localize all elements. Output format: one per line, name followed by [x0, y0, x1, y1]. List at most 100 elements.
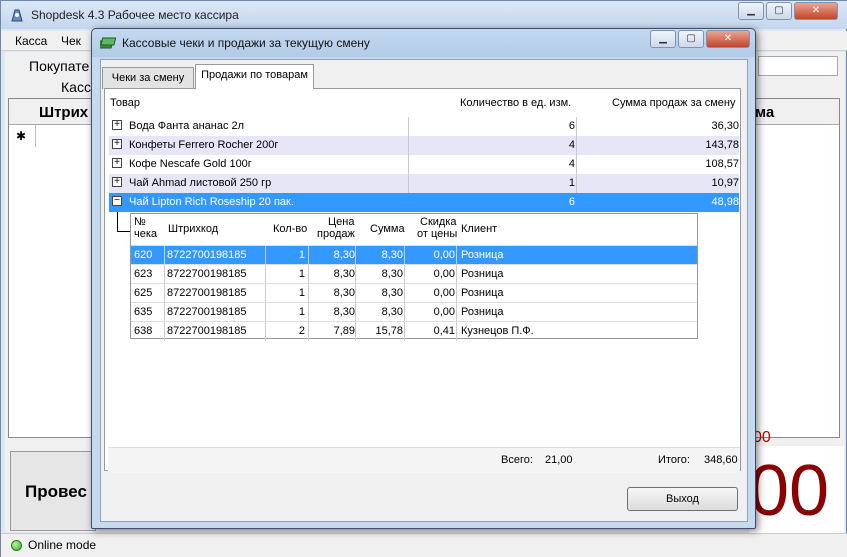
minimize-icon[interactable]: ▁ [738, 2, 764, 20]
online-status-icon [11, 540, 22, 551]
collapse-icon[interactable]: − [112, 196, 122, 206]
column-divider [355, 265, 356, 284]
column-divider [355, 303, 356, 322]
detail-barcode: 8722700198185 [167, 268, 247, 280]
barcode-column-header: Штрих [39, 104, 89, 121]
detail-price: 7,89 [333, 325, 355, 337]
receipt-total-display: 00 [749, 446, 844, 536]
product-column-header: Товар [110, 97, 140, 109]
expand-icon[interactable]: + [112, 177, 122, 187]
detail-discount: 0,00 [433, 287, 455, 299]
dialog-maximize-icon[interactable]: ▢ [678, 30, 704, 48]
column-divider [265, 284, 266, 303]
detail-check: 638 [134, 325, 153, 337]
product-qty: 6 [568, 120, 575, 132]
product-sum: 48,98 [711, 196, 739, 208]
status-text: Online mode [28, 538, 97, 552]
qty-column-header: Количество в ед. изм. [460, 97, 572, 109]
sum-column-header: Сумма продаж за смену [612, 97, 736, 109]
tab-checks-per-shift[interactable]: Чеки за смену [102, 67, 194, 89]
detail-qty: 1 [298, 268, 305, 280]
column-divider [456, 246, 457, 265]
detail-row[interactable]: 635 8722700198185 1 8,30 8,30 0,00 Розница [131, 302, 697, 322]
product-name: Чай Lipton Rich Roseship 20 пак. [129, 196, 294, 208]
column-divider [265, 303, 266, 322]
detail-row[interactable]: 638 8722700198185 2 7,89 15,78 0,41 Кузнецов П… [131, 321, 697, 341]
detail-row[interactable]: 625 8722700198185 1 8,30 8,30 0,00 Розница [131, 283, 697, 303]
detail-check: 635 [134, 306, 153, 318]
customer-field[interactable] [758, 56, 838, 76]
client-header: Клиент [461, 223, 498, 235]
detail-barcode: 8722700198185 [167, 325, 247, 337]
dialog-minimize-icon[interactable]: ▁ [650, 30, 676, 48]
product-row-selected[interactable]: − Чай Lipton Rich Roseship 20 пак. 6 48,… [109, 193, 739, 212]
detail-sum: 8,30 [381, 268, 403, 280]
detail-check: 623 [134, 268, 153, 280]
dialog-close-icon[interactable]: ✕ [706, 30, 750, 48]
product-qty: 4 [568, 158, 575, 170]
discount-header: Скидка [420, 216, 457, 228]
column-divider [404, 246, 405, 265]
post-receipt-button[interactable]: Провес [10, 451, 96, 531]
detail-price: 8,30 [333, 306, 355, 318]
product-sum: 36,30 [711, 120, 739, 132]
column-divider [164, 303, 165, 322]
grid-divider [35, 125, 36, 147]
price-header-2: продаж [317, 228, 355, 240]
discount-header-2: от цены [417, 228, 458, 240]
menu-check[interactable]: Чек [61, 34, 81, 48]
detail-discount: 0,00 [433, 268, 455, 280]
column-divider [404, 284, 405, 303]
grand-total-value: 348,60 [704, 454, 738, 466]
product-row[interactable]: + Кофе Nescafe Gold 100г 4 108,57 [109, 155, 739, 174]
detail-discount: 0,41 [433, 325, 455, 337]
column-divider [355, 246, 356, 265]
product-row[interactable]: + Конфеты Ferrero Rocher 200г 4 143,78 [109, 136, 739, 155]
column-divider [404, 322, 405, 341]
column-divider [456, 303, 457, 322]
dialog-title-bar: Кассовые чеки и продажи за текущую смену… [92, 29, 755, 57]
detail-client: Розница [461, 306, 504, 318]
new-row-marker: ✱ [16, 129, 27, 143]
column-divider [456, 322, 457, 341]
total-qty-value: 21,00 [545, 454, 573, 466]
qty-header: Кол-во [273, 223, 308, 235]
expand-icon[interactable]: + [112, 158, 122, 168]
sales-by-product-panel: Товар Количество в ед. изм. Сумма продаж… [104, 88, 741, 473]
product-detail-grid: № чека Штрихкод Кол-во Цена продаж Сумма… [130, 213, 698, 341]
shopdesk-app-icon [11, 9, 23, 22]
column-divider [355, 284, 356, 303]
detail-header: № чека Штрихкод Кол-во Цена продаж Сумма… [131, 214, 697, 244]
cashier-label: Касс [61, 79, 91, 95]
detail-client: Кузнецов П.Ф. [461, 325, 534, 337]
grand-total-label: Итого: [658, 454, 690, 466]
total-qty-label: Всего: [501, 454, 533, 466]
totals-row: Всего: 21,00 Итого: 348,60 [108, 447, 740, 473]
exit-button[interactable]: Выход [627, 487, 738, 511]
expand-icon[interactable]: + [112, 120, 122, 130]
close-icon[interactable]: ✕ [794, 2, 838, 20]
status-bar: Online mode [1, 533, 847, 557]
column-divider [265, 246, 266, 265]
maximize-icon[interactable]: ▢ [766, 2, 792, 20]
detail-check: 620 [134, 249, 153, 261]
product-sum: 10,97 [711, 177, 739, 189]
expand-icon[interactable]: + [112, 139, 122, 149]
tab-sales-by-product[interactable]: Продажи по товарам [195, 64, 314, 89]
product-row[interactable]: + Чай Ahmad листовой 250 гр 1 10,97 [109, 174, 739, 193]
menu-kassa[interactable]: Касса [15, 34, 47, 48]
column-divider [404, 303, 405, 322]
detail-client: Розница [461, 268, 504, 280]
detail-row-selected[interactable]: 620 8722700198185 1 8,30 8,30 0,00 Розница [131, 245, 697, 265]
product-name: Чай Ahmad листовой 250 гр [129, 177, 272, 189]
product-row[interactable]: + Вода Фанта ананас 2л 6 36,30 [109, 117, 739, 136]
product-sum: 108,57 [705, 158, 739, 170]
detail-row[interactable]: 623 8722700198185 1 8,30 8,30 0,00 Розница [131, 264, 697, 284]
column-divider [265, 265, 266, 284]
product-name: Вода Фанта ананас 2л [129, 120, 245, 132]
detail-barcode: 8722700198185 [167, 249, 247, 261]
column-divider [164, 284, 165, 303]
detail-discount: 0,00 [433, 306, 455, 318]
price-header: Цена [328, 216, 355, 228]
product-name: Конфеты Ferrero Rocher 200г [129, 139, 279, 151]
